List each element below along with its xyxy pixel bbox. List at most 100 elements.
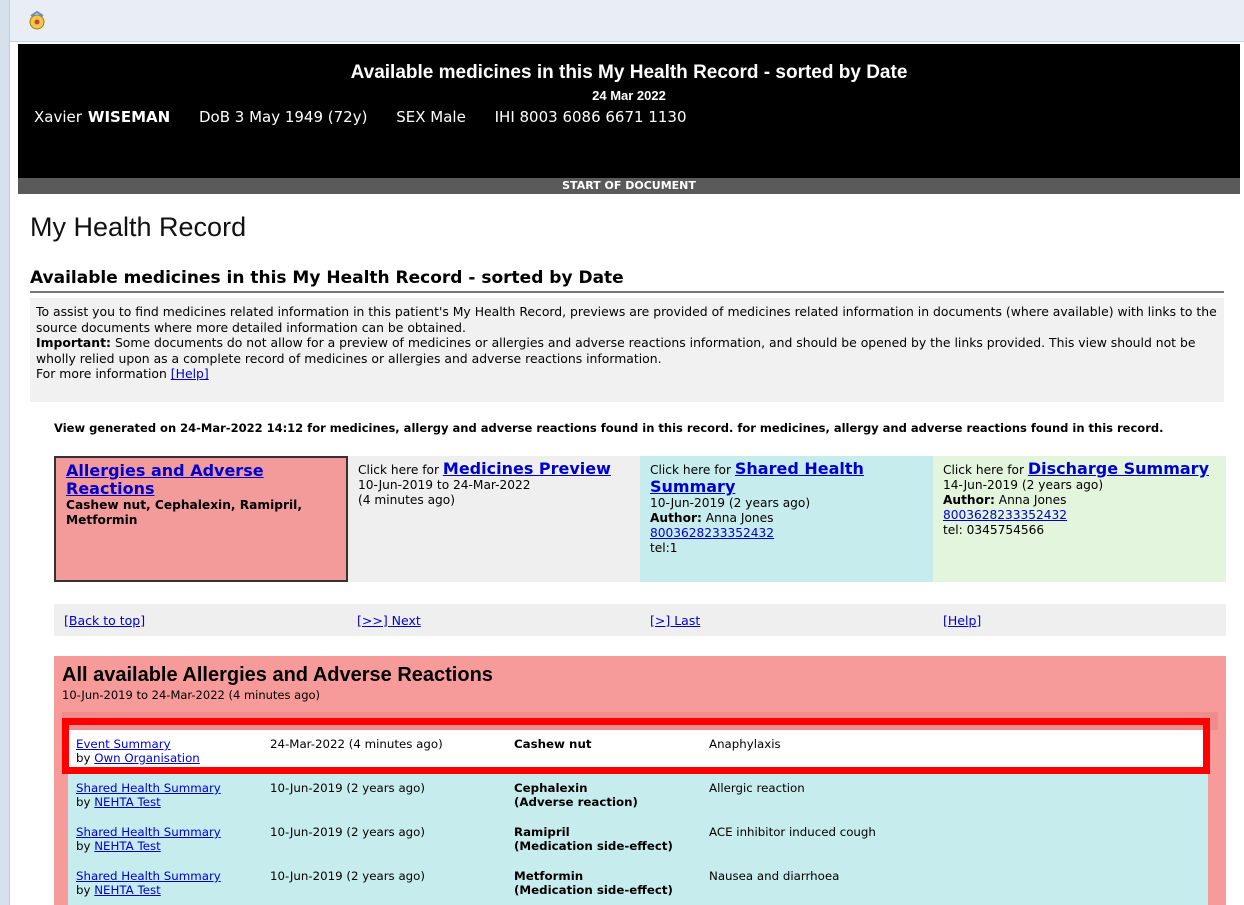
discharge-author-id-link[interactable]: 8003628233352432 <box>943 508 1067 522</box>
important-label: Important: <box>36 335 111 351</box>
organisation-link[interactable]: NEHTA Test <box>94 883 161 897</box>
section-heading: Available medicines in this My Health Re… <box>30 268 1224 293</box>
allergies-card: Allergies and Adverse Reactions Cashew n… <box>54 456 348 582</box>
medicines-ago: (4 minutes ago) <box>358 493 456 507</box>
discharge-tel: tel: 0345754566 <box>943 523 1045 537</box>
window-frame-left <box>0 0 10 905</box>
view-generated-note: View generated on 24-Mar-2022 14:12 for … <box>54 421 1164 435</box>
source-document-link[interactable]: Shared Health Summary <box>76 825 221 839</box>
by-label: by <box>76 883 95 897</box>
important-text: Some documents do not allow for a previe… <box>36 335 1196 366</box>
by-label: by <box>76 839 95 853</box>
page-title: My Health Record <box>30 212 247 242</box>
reaction-type: (Adverse reaction) <box>514 795 638 809</box>
patient-details: Xavier WISEMAN DoB 3 May 1949 (72y) SEX M… <box>34 108 711 126</box>
row-date: 24-Mar-2022 (4 minutes ago) <box>270 737 443 751</box>
next-link[interactable]: [>>] Next <box>357 613 421 628</box>
allergies-list: Cashew nut, Cephalexin, Ramipril, Metfor… <box>66 498 302 527</box>
reaction-type: (Medication side-effect) <box>514 839 673 853</box>
row-manifestation: Allergic reaction <box>709 781 805 795</box>
patient-dob: DoB 3 May 1949 (72y) <box>198 108 368 126</box>
organisation-link[interactable]: Own Organisation <box>94 751 200 765</box>
allergies-section: All available Allergies and Adverse Reac… <box>54 656 1226 905</box>
summary-cards: Allergies and Adverse Reactions Cashew n… <box>54 456 1226 582</box>
patient-name: Xavier WISEMAN <box>34 108 170 126</box>
row-substance: Ramipril (Medication side-effect) <box>514 825 673 853</box>
allergies-table: Event Summary by Own Organisation 24-Mar… <box>68 730 1208 905</box>
nav-cell-help: [Help] <box>933 613 1226 628</box>
intro-help-link[interactable]: [Help] <box>171 366 209 381</box>
patient-ihi: IHI 8003 6086 6671 1130 <box>494 108 687 126</box>
discharge-author-label: Author: <box>943 493 995 507</box>
substance-name: Metformin <box>514 869 584 883</box>
back-to-top-link[interactable]: [Back to top] <box>64 613 145 628</box>
row-substance: Cephalexin (Adverse reaction) <box>514 781 638 809</box>
medicines-range: 10-Jun-2019 to 24-Mar-2022 <box>358 478 531 492</box>
reaction-type: (Medication side-effect) <box>514 883 673 897</box>
row-source: Shared Health Summary by NEHTA Test <box>76 825 221 853</box>
browser-toolbar <box>10 0 1244 42</box>
nav-cell-next: [>>] Next <box>347 613 640 628</box>
shs-author: Anna Jones <box>701 511 774 525</box>
allergies-section-heading: All available Allergies and Adverse Reac… <box>62 664 493 686</box>
app-icon <box>29 10 45 30</box>
source-document-link[interactable]: Shared Health Summary <box>76 781 221 795</box>
row-manifestation: ACE inhibitor induced cough <box>709 825 876 839</box>
table-row: Event Summary by Own Organisation 24-Mar… <box>68 730 1208 774</box>
substance-name: Cashew nut <box>514 737 592 751</box>
shs-prefix: Click here for <box>650 463 735 477</box>
medicines-card: Click here for Medicines Preview 10-Jun-… <box>348 456 640 582</box>
more-info-text: For more information <box>36 366 171 382</box>
by-label: by <box>76 795 95 809</box>
table-row: Shared Health Summary by NEHTA Test 10-J… <box>68 818 1208 862</box>
table-row: Shared Health Summary by NEHTA Test 10-J… <box>68 862 1208 905</box>
start-of-document-bar: START OF DOCUMENT <box>18 178 1240 194</box>
substance-name: Cephalexin <box>514 781 588 795</box>
discharge-summary-card: Click here for Discharge Summary 14-Jun-… <box>933 456 1226 582</box>
nav-cell-last: [>] Last <box>640 613 933 628</box>
row-source: Shared Health Summary by NEHTA Test <box>76 781 221 809</box>
shs-tel: tel:1 <box>650 541 678 555</box>
help-link[interactable]: [Help] <box>943 613 981 628</box>
medicines-preview-link[interactable]: Medicines Preview <box>443 459 611 478</box>
header-date: 24 Mar 2022 <box>592 88 666 103</box>
discharge-author: Anna Jones <box>994 493 1067 507</box>
row-date: 10-Jun-2019 (2 years ago) <box>270 825 425 839</box>
row-date: 10-Jun-2019 (2 years ago) <box>270 781 425 795</box>
discharge-prefix: Click here for <box>943 463 1028 477</box>
intro-notice: To assist you to find medicines related … <box>30 298 1224 402</box>
by-label: by <box>76 751 95 765</box>
shs-author-label: Author: <box>650 511 702 525</box>
row-date: 10-Jun-2019 (2 years ago) <box>270 869 425 883</box>
intro-text: To assist you to find medicines related … <box>36 304 1217 335</box>
shs-author-id-link[interactable]: 8003628233352432 <box>650 526 774 540</box>
table-row: Shared Health Summary by NEHTA Test 10-J… <box>68 774 1208 818</box>
document-header: Available medicines in this My Health Re… <box>18 44 1240 178</box>
nav-cell-back: [Back to top] <box>54 613 347 628</box>
allergies-link[interactable]: Allergies and Adverse Reactions <box>66 461 264 498</box>
shs-date: 10-Jun-2019 (2 years ago) <box>650 496 811 510</box>
medicines-prefix: Click here for <box>358 463 443 477</box>
allergies-table-header <box>62 712 1218 730</box>
last-link[interactable]: [>] Last <box>650 613 700 628</box>
allergies-section-range: 10-Jun-2019 to 24-Mar-2022 (4 minutes ag… <box>62 688 321 702</box>
substance-name: Ramipril <box>514 825 570 839</box>
row-substance: Metformin (Medication side-effect) <box>514 869 673 897</box>
discharge-date: 14-Jun-2019 (2 years ago) <box>943 478 1104 492</box>
organisation-link[interactable]: NEHTA Test <box>94 795 161 809</box>
patient-sex: SEX Male <box>396 108 466 126</box>
shared-health-summary-card: Click here for Shared Health Summary 10-… <box>640 456 933 582</box>
organisation-link[interactable]: NEHTA Test <box>94 839 161 853</box>
row-manifestation: Anaphylaxis <box>709 737 781 751</box>
row-manifestation: Nausea and diarrhoea <box>709 869 840 883</box>
discharge-summary-link[interactable]: Discharge Summary <box>1028 459 1209 478</box>
row-source: Shared Health Summary by NEHTA Test <box>76 869 221 897</box>
patient-first-name: Xavier <box>34 108 82 126</box>
row-substance: Cashew nut <box>514 737 591 751</box>
header-title: Available medicines in this My Health Re… <box>350 62 908 83</box>
section-nav: [Back to top] [>>] Next [>] Last [Help] <box>54 604 1226 636</box>
source-document-link[interactable]: Shared Health Summary <box>76 869 221 883</box>
patient-last-name: WISEMAN <box>87 108 171 126</box>
source-document-link[interactable]: Event Summary <box>76 737 171 751</box>
row-source: Event Summary by Own Organisation <box>76 737 200 765</box>
